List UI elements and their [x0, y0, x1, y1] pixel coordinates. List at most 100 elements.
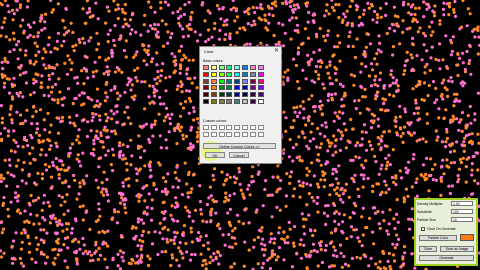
basic-color-swatch[interactable]: [218, 78, 225, 84]
basic-color-swatch[interactable]: [241, 71, 248, 77]
custom-color-swatch[interactable]: [241, 131, 248, 137]
basic-color-swatch[interactable]: [257, 85, 264, 91]
particle-dot: [142, 23, 146, 27]
basic-color-swatch[interactable]: [226, 65, 233, 70]
basic-color-swatch[interactable]: [249, 65, 256, 70]
basic-color-swatch[interactable]: [257, 92, 264, 98]
basic-color-swatch[interactable]: [249, 98, 256, 104]
particle-dot: [143, 164, 147, 168]
basic-color-swatch[interactable]: [226, 92, 233, 98]
basic-color-swatch[interactable]: [249, 85, 256, 91]
particle-dot: [135, 172, 139, 176]
basic-color-swatch[interactable]: [218, 98, 225, 104]
basic-color-swatch[interactable]: [226, 98, 233, 104]
particle-dot: [130, 83, 134, 87]
generate-button[interactable]: Generate: [419, 255, 474, 261]
basic-color-swatch[interactable]: [234, 92, 241, 98]
custom-color-swatch[interactable]: [249, 131, 256, 137]
basic-color-swatch[interactable]: [249, 92, 256, 98]
basic-color-swatch[interactable]: [226, 85, 233, 91]
basic-color-swatch[interactable]: [241, 65, 248, 70]
basic-color-swatch[interactable]: [234, 65, 241, 70]
custom-color-swatch[interactable]: [226, 131, 233, 137]
define-custom-colors-button[interactable]: Define Custom Colors >>: [203, 143, 276, 149]
basic-color-swatch[interactable]: [203, 65, 209, 70]
density-input[interactable]: 1.00: [451, 201, 473, 206]
basic-color-swatch[interactable]: [234, 78, 241, 84]
basic-color-swatch[interactable]: [203, 71, 209, 77]
basic-color-swatch[interactable]: [249, 78, 256, 84]
particle-color-button[interactable]: Particle Color: [419, 235, 457, 241]
basic-color-swatch[interactable]: [203, 78, 209, 84]
particle-size-input[interactable]: 10: [451, 217, 473, 222]
close-icon[interactable]: ✕: [274, 47, 279, 55]
particle-dot: [367, 140, 371, 144]
custom-color-swatch[interactable]: [218, 125, 225, 130]
particle-color-swatch[interactable]: [460, 234, 474, 241]
basic-color-swatch[interactable]: [226, 78, 233, 84]
custom-color-swatch[interactable]: [241, 125, 248, 130]
clear-on-generate-checkbox[interactable]: [421, 227, 425, 231]
basic-color-swatch[interactable]: [218, 92, 225, 98]
basic-color-swatch[interactable]: [257, 98, 264, 104]
basic-color-swatch[interactable]: [241, 78, 248, 84]
basic-color-swatch[interactable]: [241, 98, 248, 104]
custom-color-swatch[interactable]: [210, 125, 217, 130]
basic-color-swatch[interactable]: [234, 71, 241, 77]
basic-color-swatch[interactable]: [226, 71, 233, 77]
particle-dot: [338, 148, 342, 152]
custom-color-swatch[interactable]: [234, 131, 241, 137]
clear-button[interactable]: Clear: [419, 246, 437, 252]
particle-dot: [437, 58, 441, 62]
particle-dot: [395, 131, 399, 135]
custom-color-swatch[interactable]: [234, 125, 241, 130]
particle-dot: [133, 68, 137, 72]
basic-color-swatch[interactable]: [210, 65, 217, 70]
particle-dot: [24, 81, 28, 85]
basic-color-swatch[interactable]: [257, 65, 264, 70]
basic-color-swatch[interactable]: [257, 71, 264, 77]
basic-color-swatch[interactable]: [210, 92, 217, 98]
custom-color-swatch[interactable]: [226, 125, 233, 130]
particle-dot: [105, 193, 110, 197]
custom-color-swatch[interactable]: [249, 125, 256, 130]
particle-dot: [59, 120, 63, 124]
basic-color-swatch[interactable]: [241, 85, 248, 91]
basic-color-swatch[interactable]: [203, 92, 209, 98]
particle-dot: [28, 152, 32, 156]
particle-dot: [302, 232, 307, 236]
particle-dot: [339, 251, 343, 255]
basic-color-swatch[interactable]: [218, 65, 225, 70]
basic-color-swatch[interactable]: [218, 85, 225, 91]
basic-color-swatch[interactable]: [218, 71, 225, 77]
basic-color-swatch[interactable]: [203, 85, 209, 91]
basic-color-swatch[interactable]: [234, 85, 241, 91]
custom-color-swatch[interactable]: [257, 131, 264, 137]
particle-dot: [81, 37, 85, 41]
particle-dot: [150, 206, 154, 211]
particle-dot: [205, 220, 209, 224]
particle-dot: [141, 240, 145, 244]
basic-color-swatch[interactable]: [210, 98, 217, 104]
subdivide-input[interactable]: 100: [451, 209, 473, 214]
basic-color-swatch[interactable]: [249, 71, 256, 77]
basic-color-swatch[interactable]: [241, 92, 248, 98]
basic-color-swatch[interactable]: [203, 98, 209, 104]
particle-dot: [77, 160, 81, 164]
custom-color-swatch[interactable]: [203, 125, 209, 130]
custom-color-swatch[interactable]: [203, 131, 209, 137]
ok-button[interactable]: OK: [205, 152, 225, 158]
custom-color-swatch[interactable]: [257, 125, 264, 130]
save-as-image-button[interactable]: Save as Image: [440, 246, 474, 252]
custom-color-swatch[interactable]: [218, 131, 225, 137]
particle-dot: [46, 111, 50, 115]
custom-color-swatch[interactable]: [210, 131, 217, 137]
basic-color-swatch[interactable]: [210, 78, 217, 84]
cancel-button[interactable]: Cancel: [229, 152, 249, 158]
basic-color-swatch[interactable]: [257, 78, 264, 84]
basic-color-swatch[interactable]: [210, 71, 217, 77]
basic-color-swatch[interactable]: [234, 98, 241, 104]
basic-color-swatch[interactable]: [210, 85, 217, 91]
particle-dot: [32, 222, 36, 226]
particle-dot: [190, 240, 194, 244]
